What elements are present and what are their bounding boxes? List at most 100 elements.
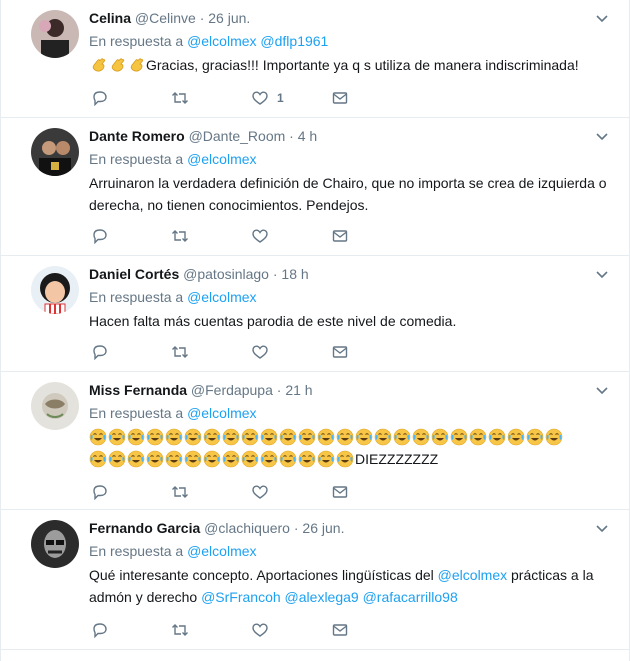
reply-button[interactable] [91,482,109,502]
direct-message-button[interactable] [331,88,349,108]
avatar[interactable] [31,520,79,568]
reply-button[interactable] [91,620,109,640]
user-fullname[interactable]: Celina [89,10,131,26]
retweet-icon [172,230,188,242]
tweet-body-part: Qué interesante concepto. Aportaciones l… [89,567,438,583]
tears-of-joy-emoji [184,450,202,468]
tears-of-joy-emoji [393,428,411,446]
avatar[interactable] [31,10,79,58]
retweet-button[interactable] [171,482,189,502]
timestamp[interactable]: 26 jun. [302,520,344,536]
chevron-down-icon[interactable] [594,128,610,144]
separator-dot: · [293,520,299,536]
mention-link[interactable]: @rafacarrillo98 [363,589,458,605]
tweet-body: DIEZZZZZZZ [355,451,439,467]
mention-link[interactable]: @elcolmex [187,289,256,305]
reply-context: En respuesta a @elcolmex [89,287,610,307]
direct-message-button[interactable] [331,620,349,640]
timestamp[interactable]: 4 h [298,128,317,144]
reply-button[interactable] [91,226,109,246]
like-button[interactable] [251,226,269,246]
user-handle[interactable]: @patosinlago [183,266,269,282]
tears-of-joy-emoji [165,428,183,446]
tweet-item[interactable]: Miss Fernanda @Ferdapupa · 21 h En respu… [1,372,630,510]
tweet-header: Miss Fernanda @Ferdapupa · 21 h [89,380,610,400]
direct-message-icon [332,624,348,636]
user-fullname[interactable]: Fernando Garcia [89,520,200,536]
tears-of-joy-emoji [317,450,335,468]
tears-of-joy-emoji [450,428,468,446]
separator-dot: · [289,128,294,144]
reply-button[interactable] [91,342,109,362]
tweet-text: Hacen falta más cuentas parodia de este … [89,313,457,329]
mention-link[interactable]: @alexlega9 [285,589,359,605]
tweet-item[interactable]: Fernando Garcia @clachiquero · 26 jun. E… [1,510,630,650]
user-handle[interactable]: @Ferdapupa [191,382,273,398]
tears-of-joy-emoji [127,428,145,446]
user-handle[interactable]: @Celinve [135,10,196,26]
chevron-down-icon[interactable] [594,266,610,282]
tweet-text: Arruinaron la verdadera definición de Ch… [89,175,607,213]
mention-link[interactable]: @SrFrancoh [201,589,281,605]
tweet-item[interactable]: Celina @Celinve · 26 jun. En respuesta a… [1,0,630,118]
separator-dot: · [199,10,205,26]
user-fullname[interactable]: Dante Romero [89,128,185,144]
avatar[interactable] [31,266,79,314]
timestamp[interactable]: 21 h [285,382,312,398]
retweet-button[interactable] [171,342,189,362]
reply-icon [93,623,107,639]
reply-button[interactable] [91,88,109,108]
mention-link[interactable]: @elcolmex [187,543,256,559]
mention-link[interactable]: @dflp1961 [260,33,328,49]
tears-of-joy-emoji [279,428,297,446]
tears-of-joy-emoji [374,428,392,446]
retweet-button[interactable] [171,226,189,246]
reply-prefix: En respuesta a [89,289,184,305]
mention-link[interactable]: @elcolmex [187,405,256,421]
tears-of-joy-emoji [203,428,221,446]
chevron-down-icon[interactable] [594,382,610,398]
tears-of-joy-emoji [108,428,126,446]
mention-link[interactable]: @elcolmex [187,151,256,167]
like-icon [252,623,268,637]
like-button[interactable] [251,620,269,640]
mention-link[interactable]: @elcolmex [187,33,256,49]
retweet-button[interactable] [171,620,189,640]
retweet-button[interactable] [171,88,189,108]
user-handle[interactable]: @clachiquero [204,520,290,536]
tweet-item[interactable]: Daniel Cortés @patosinlago · 18 h En res… [1,256,630,372]
tears-of-joy-emoji [89,428,107,446]
timestamp[interactable]: 26 jun. [208,10,250,26]
tweet-item[interactable]: Dante Romero @Dante_Room · 4 h En respue… [1,118,630,256]
like-button[interactable] [251,482,269,502]
like-count: 1 [277,91,284,105]
replies-timeline: Celina @Celinve · 26 jun. En respuesta a… [0,0,630,661]
like-button[interactable] [251,342,269,362]
direct-message-button[interactable] [331,482,349,502]
tears-of-joy-emoji [89,450,107,468]
chevron-down-icon[interactable] [594,10,610,26]
retweet-icon [172,92,188,104]
reply-icon [93,229,107,245]
user-fullname[interactable]: Daniel Cortés [89,266,179,282]
tears-of-joy-emoji [127,450,145,468]
chevron-down-icon[interactable] [594,520,610,536]
mention-link[interactable]: @elcolmex [438,567,507,583]
tears-of-joy-emoji [336,428,354,446]
like-button[interactable]: 1 [251,88,284,108]
tears-of-joy-emoji [507,428,525,446]
direct-message-button[interactable] [331,226,349,246]
tears-of-joy-emoji [431,428,449,446]
tears-of-joy-emoji [222,428,240,446]
tears-of-joy-emoji [355,428,373,446]
avatar[interactable] [31,128,79,176]
reply-prefix: En respuesta a [89,151,184,167]
tears-of-joy-emoji [146,428,164,446]
tears-of-joy-emoji [279,450,297,468]
user-fullname[interactable]: Miss Fernanda [89,382,187,398]
user-handle[interactable]: @Dante_Room [189,128,286,144]
direct-message-button[interactable] [331,342,349,362]
timestamp[interactable]: 18 h [281,266,308,282]
retweet-icon [172,486,188,498]
avatar[interactable] [31,382,79,430]
